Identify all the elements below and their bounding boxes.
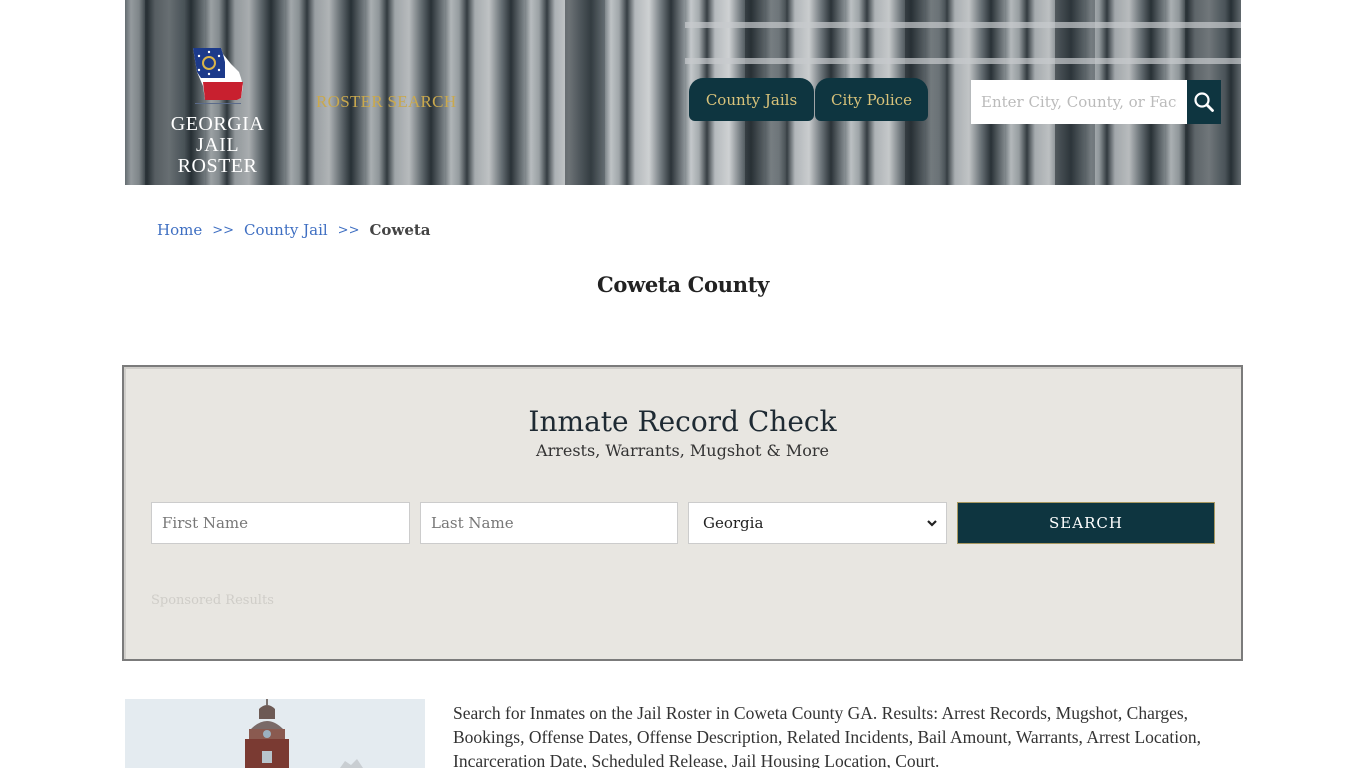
logo-line-2: JAIL ROSTER <box>177 134 258 177</box>
chevron-down-icon <box>927 520 937 527</box>
breadcrumb-separator: >> <box>337 223 360 238</box>
inmate-search-button[interactable]: SEARCH <box>957 502 1215 544</box>
search-icon <box>1194 92 1214 112</box>
facility-search-button[interactable] <box>1187 80 1221 124</box>
logo-divider <box>195 103 241 104</box>
nav-tab-city-police[interactable]: City Police <box>815 78 928 121</box>
site-logo[interactable]: GEORGIA JAIL ROSTER <box>155 44 280 177</box>
sponsored-results-label: Sponsored Results <box>151 593 274 608</box>
last-name-input[interactable] <box>420 502 678 544</box>
banner-shelf <box>685 58 1241 64</box>
nav-tab-county-jails[interactable]: County Jails <box>689 78 814 121</box>
panel-subtitle: Arrests, Warrants, Mugshot & More <box>536 441 829 460</box>
logo-text: GEORGIA JAIL ROSTER <box>155 114 280 177</box>
logo-line-1: GEORGIA <box>170 113 265 135</box>
breadcrumb-separator: >> <box>212 223 235 238</box>
facility-search-input[interactable] <box>971 80 1187 124</box>
breadcrumb: Home >> County Jail >> Coweta <box>157 221 431 241</box>
courthouse-illustration <box>125 699 425 768</box>
inmate-record-check-panel: Inmate Record Check Arrests, Warrants, M… <box>122 365 1243 661</box>
banner-decor <box>565 0 605 185</box>
courthouse-image <box>125 699 425 768</box>
breadcrumb-home[interactable]: Home <box>157 221 202 241</box>
georgia-flag-map-icon <box>193 48 243 100</box>
page-title: Coweta County <box>596 272 770 297</box>
first-name-input[interactable] <box>151 502 410 544</box>
panel-title: Inmate Record Check <box>528 405 837 438</box>
state-select-value: Georgia <box>703 514 764 532</box>
county-description: Search for Inmates on the Jail Roster in… <box>453 703 1202 768</box>
state-select[interactable]: Georgia <box>688 502 947 544</box>
breadcrumb-current: Coweta <box>369 221 431 239</box>
roster-search-link[interactable]: ROSTER SEARCH <box>316 92 456 112</box>
breadcrumb-county-jail[interactable]: County Jail <box>244 221 328 241</box>
banner-shelf <box>685 22 1241 28</box>
